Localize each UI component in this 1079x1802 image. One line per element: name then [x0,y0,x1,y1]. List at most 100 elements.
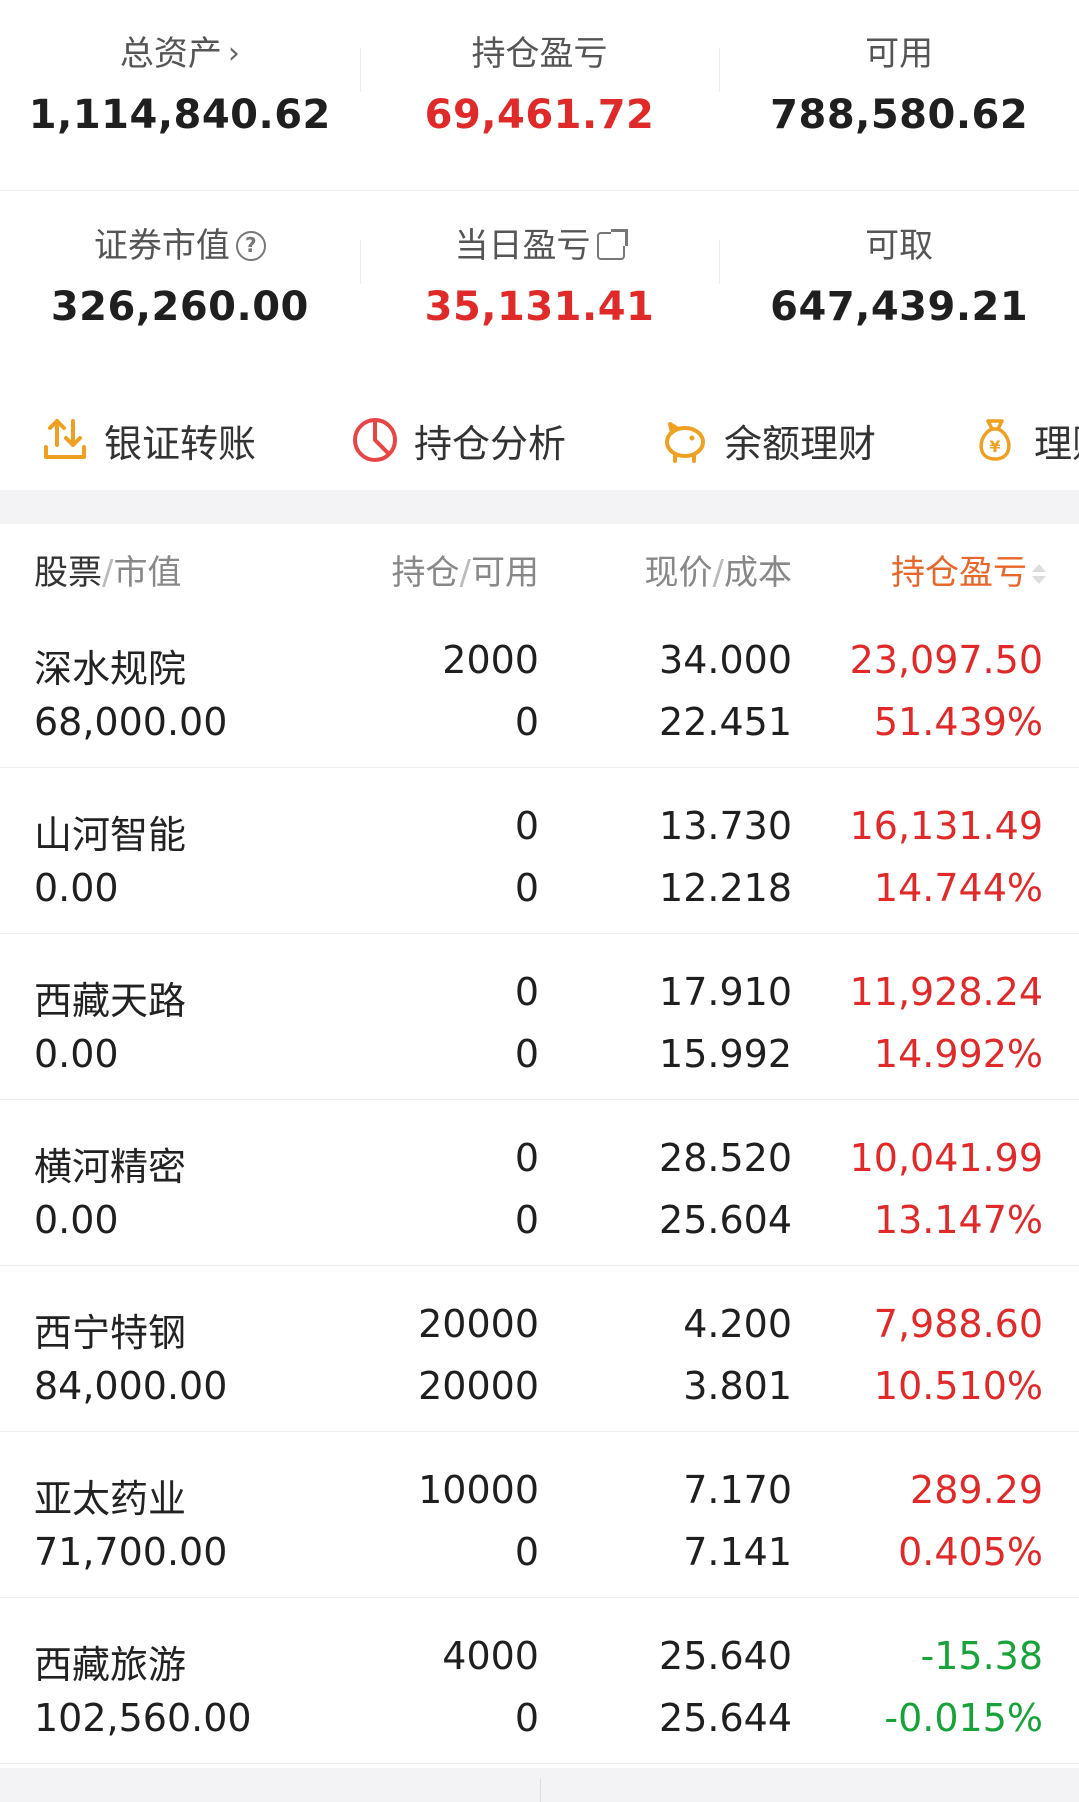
piggy-bank-icon [665,422,705,463]
market-value: 71,700.00 [34,1530,228,1574]
market-value: 102,560.00 [34,1696,252,1740]
header-position-available: 持仓/可用 [391,553,539,593]
stock-name: 深水规院 [34,647,187,691]
table-row[interactable]: 山河智能 0.00 0 0 13.730 12.218 16,131.49 14.744% [0,768,1079,934]
position-qty: 0 [514,804,539,848]
profit-loss: 7,988.60 [873,1302,1043,1346]
cost-price: 25.644 [659,1696,792,1740]
available-qty: 0 [514,1032,539,1076]
cost-price: 15.992 [659,1032,792,1076]
header-price-cost: 现价/成本 [644,553,792,593]
market-value: 0.00 [34,866,119,910]
profit-loss-pct: 51.439% [873,700,1043,744]
table-row[interactable]: 西藏旅游 102,560.00 4000 0 25.640 25.644 -15.38 -0.… [0,1598,1079,1764]
profit-loss-pct: 0.405% [898,1530,1043,1574]
sort-icon [1029,560,1049,590]
securities-value-value: 326,260.00 [50,284,309,330]
cost-price: 3.801 [683,1364,792,1408]
profit-loss-pct: 10.510% [873,1364,1043,1408]
holdings-table-body: 深水规院 68,000.00 2000 0 34.000 22.451 23,097.50 5… [0,602,1079,1764]
stock-name: 山河智能 [34,813,187,857]
table-row[interactable]: 深水规院 68,000.00 2000 0 34.000 22.451 23,097.50 5… [0,602,1079,768]
current-price: 34.000 [659,638,792,682]
total-assets-cell[interactable]: 总资产 › 1,114,840.62 [0,30,360,138]
position-qty: 0 [514,970,539,1014]
transfer-icon [44,419,86,459]
profit-loss: 289.29 [910,1468,1043,1512]
wealth-button[interactable]: ¥ 理财 [970,413,1079,468]
cost-price: 25.604 [659,1198,792,1242]
securities-value-label: 证券市值 [93,226,230,266]
available-qty: 0 [514,1696,539,1740]
market-value: 0.00 [34,1032,119,1076]
table-row[interactable]: 横河精密 0.00 0 0 28.520 25.604 10,041.99 13.147% [0,1100,1079,1266]
daily-pl-label: 当日盈亏 [454,226,591,266]
header-pl: 持仓盈亏 [891,553,1027,593]
daily-pl-cell: 当日盈亏 35,131.41 [359,222,720,330]
available-qty: 0 [514,1530,539,1574]
stock-name: 横河精密 [34,1145,187,1189]
bank-transfer-label: 银证转账 [104,421,257,466]
balance-wealth-button[interactable]: 余额理财 [660,413,876,468]
current-price: 28.520 [659,1136,792,1180]
cost-price: 7.141 [683,1530,792,1574]
available-qty: 0 [514,1198,539,1242]
header-pl-sort[interactable]: 持仓盈亏 [891,545,1049,594]
profit-loss: 23,097.50 [849,638,1043,682]
holdings-table-header: 股票/市值 持仓/可用 现价/成本 持仓盈亏 [0,545,1079,593]
available-qty: 0 [514,866,539,910]
available-value: 788,580.62 [770,92,1029,138]
header-available: 可用 [471,553,539,593]
table-row[interactable]: 西藏天路 0.00 0 0 17.910 15.992 11,928.24 14.992% [0,934,1079,1100]
stock-name: 西宁特钢 [34,1311,187,1355]
available-cell: 可用 788,580.62 [719,30,1079,138]
market-value: 0.00 [34,1198,119,1242]
position-qty: 0 [514,1136,539,1180]
profit-loss: 16,131.49 [849,804,1043,848]
header-price: 现价 [644,553,713,593]
summary-row-2: 证券市值 ? 326,260.00 当日盈亏 35,131.41 可取 647,… [0,222,1079,330]
balance-wealth-label: 余额理财 [724,421,877,466]
section-divider [0,490,1079,524]
position-pl-label: 持仓盈亏 [471,34,608,74]
wealth-label: 理财 [1034,421,1079,466]
money-bag-icon: ¥ [979,419,1011,461]
position-analysis-button[interactable]: 持仓分析 [350,413,566,468]
profit-loss: 10,041.99 [849,1136,1043,1180]
position-pl-value: 69,461.72 [424,92,655,138]
profit-loss: -15.38 [920,1634,1044,1678]
header-stock: 股票 [34,553,102,593]
current-price: 17.910 [659,970,792,1014]
securities-value-cell: 证券市值 ? 326,260.00 [0,222,360,330]
current-price: 4.200 [683,1302,792,1346]
position-analysis-label: 持仓分析 [414,421,567,466]
external-link-icon[interactable] [596,229,628,260]
profit-loss-pct: 14.992% [873,1032,1043,1076]
profit-loss: 11,928.24 [849,970,1043,1014]
table-row[interactable]: 亚太药业 71,700.00 10000 0 7.170 7.141 289.29 0.405… [0,1432,1079,1598]
stock-name: 西藏旅游 [34,1643,187,1687]
profit-loss-pct: -0.015% [884,1696,1043,1740]
table-row[interactable]: 西宁特钢 84,000.00 20000 20000 4.200 3.801 7,988.6… [0,1266,1079,1432]
position-qty: 20000 [418,1302,539,1346]
total-assets-label: 总资产 [119,34,222,74]
withdrawable-cell: 可取 647,439.21 [719,222,1079,330]
market-value: 84,000.00 [34,1364,228,1408]
market-value: 68,000.00 [34,700,228,744]
cost-price: 12.218 [659,866,792,910]
header-position: 持仓 [391,553,460,593]
position-qty: 2000 [442,638,539,682]
action-bar: 银证转账 持仓分析 余额理财 ¥ 理财 [0,405,1079,475]
position-qty: 10000 [418,1468,539,1512]
header-cost: 成本 [724,553,792,593]
bank-transfer-button[interactable]: 银证转账 [40,413,256,468]
pie-chart-icon [353,418,397,462]
current-price: 13.730 [659,804,792,848]
chevron-right-icon[interactable]: › [228,30,240,78]
help-icon[interactable]: ? [235,231,266,261]
header-stock-mv: 股票/市值 [34,553,182,593]
summary-row-1: 总资产 › 1,114,840.62 持仓盈亏 69,461.72 可用 788… [0,30,1079,138]
withdrawable-label: 可取 [865,226,934,266]
current-price: 7.170 [683,1468,792,1512]
current-price: 25.640 [659,1634,792,1678]
